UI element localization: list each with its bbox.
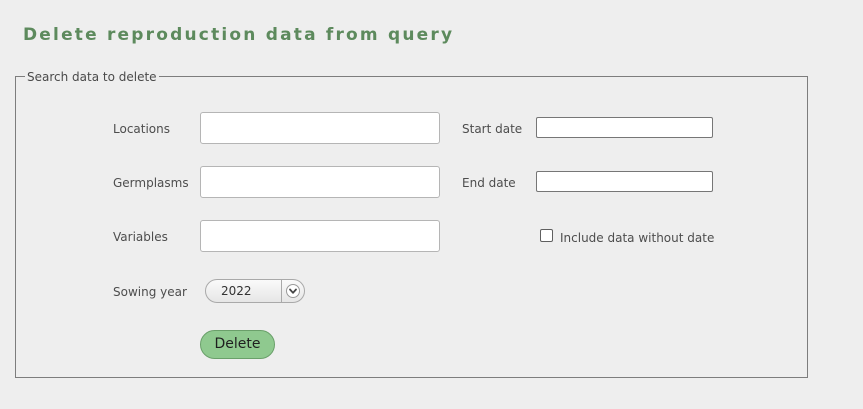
- variables-label: Variables: [113, 230, 168, 244]
- germplasms-input[interactable]: [200, 166, 440, 198]
- include-without-date-label[interactable]: Include data without date: [560, 231, 714, 245]
- locations-input[interactable]: [200, 112, 440, 144]
- end-date-input[interactable]: [536, 171, 713, 192]
- chevron-down-icon: [286, 284, 300, 298]
- select-divider: [281, 280, 282, 302]
- page-title: Delete reproduction data from query: [23, 25, 455, 45]
- germplasms-label: Germplasms: [113, 176, 189, 190]
- sowing-year-select[interactable]: 2022: [205, 279, 305, 303]
- end-date-label: End date: [462, 176, 516, 190]
- start-date-label: Start date: [462, 122, 523, 136]
- sowing-year-value: 2022: [221, 284, 252, 298]
- fieldset-legend: Search data to delete: [25, 69, 159, 85]
- sowing-year-label: Sowing year: [113, 285, 187, 299]
- delete-button[interactable]: Delete: [200, 330, 275, 359]
- locations-label: Locations: [113, 122, 171, 136]
- variables-input[interactable]: [200, 220, 440, 252]
- start-date-input[interactable]: [536, 117, 713, 138]
- include-without-date-checkbox[interactable]: [540, 229, 553, 242]
